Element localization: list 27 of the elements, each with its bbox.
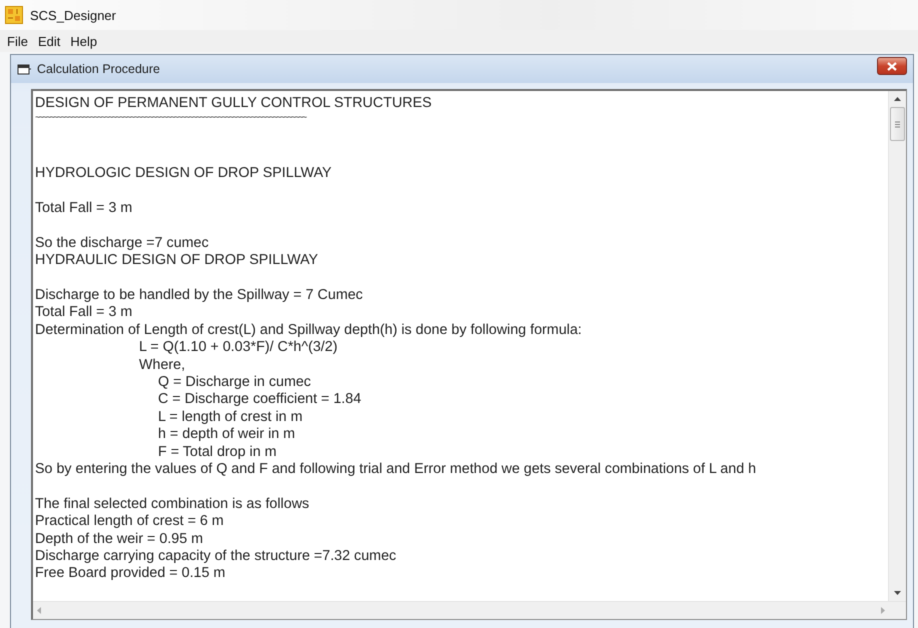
menu-item[interactable]: Edit [32,34,66,48]
formula-line: L = Q(1.10 + 0.03*F)/ C*h^(3/2) [139,339,338,357]
underline-rule: ~~~~~~~~~~~~~~~~~~~~~~~~~~~~~~~~~~~~~~~~~~~~~~~~~~~~~~~~~~~~~~~~~~~~~~~~~~ [35,112,306,122]
variable-definition: F = Total drop in m [158,444,277,462]
text-line: Discharge to be handled by the Spillway = 7 Cumec [35,286,363,304]
text-line: So the discharge =7 cumec [35,234,209,252]
menu-item[interactable]: Help [65,34,102,48]
text-line: Total Fall = 3 m [35,200,132,218]
text-line: Free Board provided = 0.15 m [35,565,226,583]
text-line: Depth of the weir = 0.95 m [35,530,204,548]
text-line: Discharge carrying capacity of the structure =7.32 cumec [35,548,396,566]
variable-definition: Q = Discharge in cumec [158,374,311,392]
menu-item[interactable]: File [2,34,33,48]
variable-definition: h = depth of weir in m [158,426,296,444]
formula-line: Where, [139,356,186,374]
variable-definition: L = length of crest in m [158,408,302,426]
app-title: SCS_Designer [30,8,116,22]
text-line: The final selected combination is as follows [35,496,310,514]
text-line: Practical length of crest = 6 m [35,513,224,531]
text-line: So by entering the values of Q and F and following trial and Error method we gets several combinations of L and h [35,461,756,478]
text-line: HYDROLOGIC DESIGN OF DROP SPILLWAY [35,165,332,183]
text-line: Determination of Length of crest(L) and Spillway depth(h) is done by following formula: [35,322,582,340]
text-line: Total Fall = 3 m [35,304,132,322]
text-line: DESIGN OF PERMANENT GULLY CONTROL STRUCTURES [35,95,432,112]
text-line: HYDRAULIC DESIGN OF DROP SPILLWAY [35,252,318,270]
window-title: Calculation Procedure [37,62,160,76]
variable-definition: C = Discharge coefficient = 1.84 [158,391,362,409]
